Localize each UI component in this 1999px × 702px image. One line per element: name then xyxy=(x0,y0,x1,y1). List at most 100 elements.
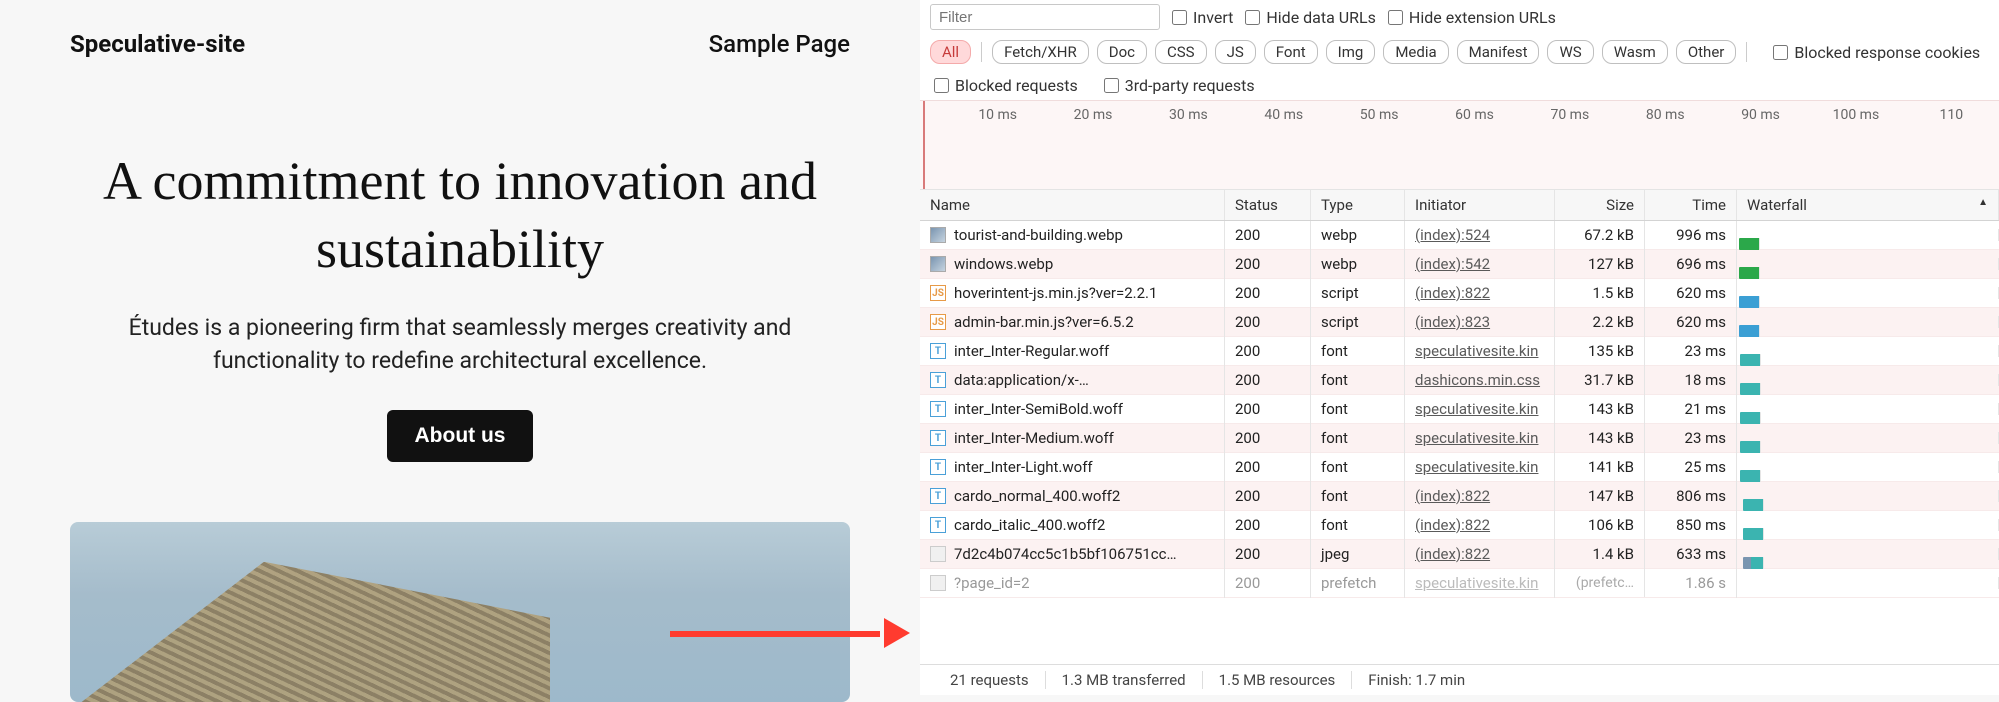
request-type: font xyxy=(1311,336,1405,366)
table-row[interactable]: ?page_id=2200prefetchspeculativesite.kin… xyxy=(920,569,1999,598)
request-time: 23 ms xyxy=(1645,336,1737,366)
status-requests: 21 requests xyxy=(934,671,1046,689)
type-filter-ws[interactable]: WS xyxy=(1547,40,1593,64)
tick: 110 xyxy=(1904,107,1999,123)
request-name: inter_Inter-Regular.woff xyxy=(954,342,1109,360)
request-name: tourist-and-building.webp xyxy=(954,226,1123,244)
col-size[interactable]: Size xyxy=(1555,190,1645,220)
request-size: 141 kB xyxy=(1555,452,1645,482)
initiator-link[interactable]: speculativesite.kin xyxy=(1415,342,1538,360)
type-filter-manifest[interactable]: Manifest xyxy=(1457,40,1540,64)
request-name: inter_Inter-SemiBold.woff xyxy=(954,400,1123,418)
col-type[interactable]: Type xyxy=(1311,190,1405,220)
request-size: 1.4 kB xyxy=(1555,539,1645,569)
table-row[interactable]: Tdata:application/x-…200fontdashicons.mi… xyxy=(920,366,1999,395)
table-row[interactable]: Tcardo_normal_400.woff2200font(index):82… xyxy=(920,482,1999,511)
divider xyxy=(1746,42,1747,62)
waterfall-cell xyxy=(1737,403,1999,415)
invert-checkbox[interactable]: Invert xyxy=(1172,8,1233,27)
request-size: (prefetc… xyxy=(1555,569,1645,597)
type-filter-other[interactable]: Other xyxy=(1676,40,1737,64)
col-name[interactable]: Name xyxy=(920,190,1225,220)
status-bar: 21 requests 1.3 MB transferred 1.5 MB re… xyxy=(920,664,1999,695)
table-row[interactable]: Tinter_Inter-Medium.woff200fontspeculati… xyxy=(920,424,1999,453)
tick: 60 ms xyxy=(1427,107,1522,123)
col-time[interactable]: Time xyxy=(1645,190,1737,220)
request-name: data:application/x-… xyxy=(954,371,1089,389)
initiator-link[interactable]: speculativesite.kin xyxy=(1415,458,1538,476)
js-file-icon: JS xyxy=(930,285,946,301)
timeline-cursor[interactable] xyxy=(923,101,925,189)
type-filter-fetchxhr[interactable]: Fetch/XHR xyxy=(992,40,1089,64)
hide-data-urls-checkbox[interactable]: Hide data URLs xyxy=(1245,8,1376,27)
font-file-icon: T xyxy=(930,459,946,475)
col-status[interactable]: Status xyxy=(1225,190,1311,220)
request-status: 200 xyxy=(1225,336,1311,366)
initiator-link[interactable]: (index):524 xyxy=(1415,226,1490,244)
request-size: 67.2 kB xyxy=(1555,221,1645,250)
type-filter-css[interactable]: CSS xyxy=(1155,40,1207,64)
table-row[interactable]: windows.webp200webp(index):542127 kB696 … xyxy=(920,250,1999,279)
blocked-cookies-checkbox[interactable]: Blocked response cookies xyxy=(1773,43,1980,62)
initiator-link[interactable]: speculativesite.kin xyxy=(1415,429,1538,447)
third-party-checkbox[interactable]: 3rd-party requests xyxy=(1104,76,1255,95)
site-title[interactable]: Speculative-site xyxy=(70,30,245,58)
waterfall-cell xyxy=(1737,258,1999,270)
initiator-link[interactable]: speculativesite.kin xyxy=(1415,574,1538,592)
about-us-button[interactable]: About us xyxy=(387,410,534,462)
table-row[interactable]: 7d2c4b074cc5c1b5bf106751cc…200jpeg(index… xyxy=(920,540,1999,569)
type-filter-media[interactable]: Media xyxy=(1383,40,1448,64)
hero-heading: A commitment to innovation and sustainab… xyxy=(70,148,850,283)
font-file-icon: T xyxy=(930,372,946,388)
initiator-link[interactable]: (index):542 xyxy=(1415,255,1490,273)
initiator-link[interactable]: speculativesite.kin xyxy=(1415,400,1538,418)
type-filter-font[interactable]: Font xyxy=(1264,40,1318,64)
type-filter-doc[interactable]: Doc xyxy=(1097,40,1147,64)
col-initiator[interactable]: Initiator xyxy=(1405,190,1555,220)
request-name: cardo_italic_400.woff2 xyxy=(954,516,1105,534)
initiator-link[interactable]: dashicons.min.css xyxy=(1415,371,1540,389)
filter-input[interactable] xyxy=(930,4,1160,30)
img-file-icon xyxy=(930,256,946,272)
table-row[interactable]: JShoverintent-js.min.js?ver=2.2.1200scri… xyxy=(920,279,1999,308)
request-status: 200 xyxy=(1225,510,1311,540)
hide-extension-urls-checkbox[interactable]: Hide extension URLs xyxy=(1388,8,1556,27)
initiator-link[interactable]: (index):822 xyxy=(1415,284,1490,302)
timeline-overview[interactable]: 10 ms20 ms30 ms40 ms50 ms60 ms70 ms80 ms… xyxy=(920,100,1999,190)
type-filter-img[interactable]: Img xyxy=(1326,40,1376,64)
type-filter-all[interactable]: All xyxy=(930,40,971,64)
initiator-link[interactable]: (index):822 xyxy=(1415,516,1490,534)
request-type: webp xyxy=(1311,249,1405,279)
request-status: 200 xyxy=(1225,481,1311,511)
request-time: 696 ms xyxy=(1645,249,1737,279)
table-row[interactable]: Tcardo_italic_400.woff2200font(index):82… xyxy=(920,511,1999,540)
tick: 80 ms xyxy=(1618,107,1713,123)
table-row[interactable]: Tinter_Inter-Light.woff200fontspeculativ… xyxy=(920,453,1999,482)
table-row[interactable]: Tinter_Inter-Regular.woff200fontspeculat… xyxy=(920,337,1999,366)
type-filter-js[interactable]: JS xyxy=(1215,40,1256,64)
request-time: 25 ms xyxy=(1645,452,1737,482)
request-name: inter_Inter-Light.woff xyxy=(954,458,1093,476)
table-row[interactable]: JSadmin-bar.min.js?ver=6.5.2200script(in… xyxy=(920,308,1999,337)
request-status: 200 xyxy=(1225,568,1311,598)
font-file-icon: T xyxy=(930,430,946,446)
initiator-link[interactable]: (index):823 xyxy=(1415,313,1490,331)
table-row[interactable]: Tinter_Inter-SemiBold.woff200fontspecula… xyxy=(920,395,1999,424)
tick: 50 ms xyxy=(1331,107,1426,123)
tick: 70 ms xyxy=(1522,107,1617,123)
initiator-link[interactable]: (index):822 xyxy=(1415,545,1490,563)
request-size: 147 kB xyxy=(1555,481,1645,511)
initiator-link[interactable]: (index):822 xyxy=(1415,487,1490,505)
extra-filter-row: Blocked requests 3rd-party requests xyxy=(920,72,1999,100)
nav-sample-page[interactable]: Sample Page xyxy=(709,30,850,58)
request-type: font xyxy=(1311,423,1405,453)
table-row[interactable]: tourist-and-building.webp200webp(index):… xyxy=(920,221,1999,250)
blocked-requests-checkbox[interactable]: Blocked requests xyxy=(934,76,1078,95)
table-body[interactable]: tourist-and-building.webp 200 webp (index):… xyxy=(920,221,1999,664)
col-waterfall[interactable]: Waterfall▲ xyxy=(1737,190,1999,220)
request-time: 21 ms xyxy=(1645,394,1737,424)
request-size: 1.5 kB xyxy=(1555,278,1645,308)
sort-indicator-icon: ▲ xyxy=(1978,197,1988,208)
type-filter-wasm[interactable]: Wasm xyxy=(1602,40,1668,64)
tick: 10 ms xyxy=(950,107,1045,123)
